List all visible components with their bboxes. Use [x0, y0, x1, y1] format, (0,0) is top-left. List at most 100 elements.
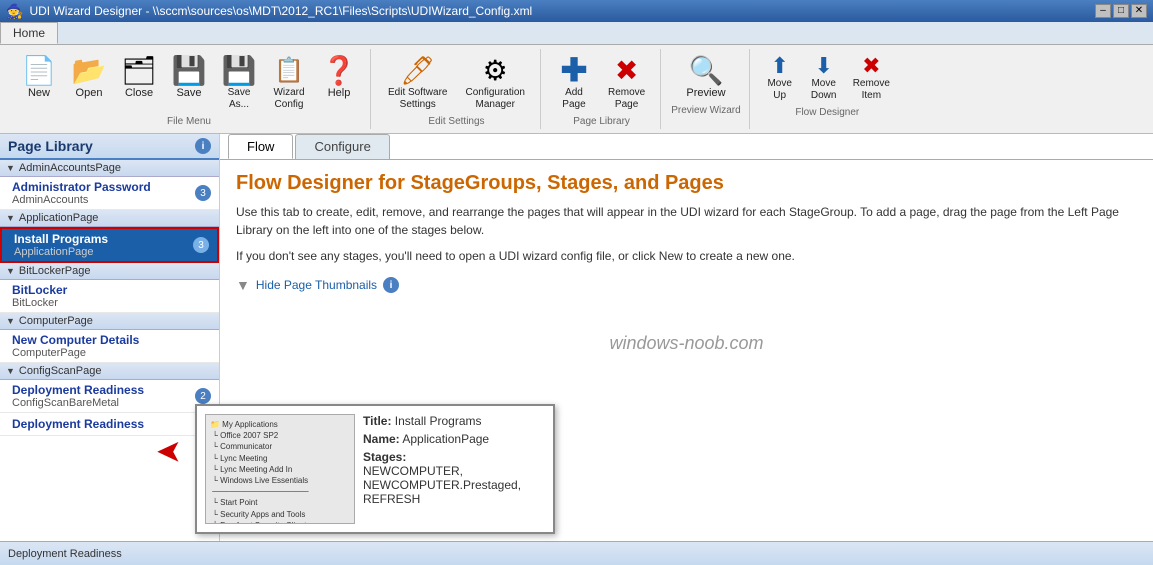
sidebar-info-icon[interactable]: i — [195, 138, 211, 154]
stage-3: REFRESH — [363, 492, 545, 506]
sidebar-item-deployment-readiness-1[interactable]: Deployment Readiness ConfigScanBareMetal… — [0, 380, 219, 413]
thumbnail-bar: ▼ Hide Page Thumbnails i — [236, 277, 1137, 293]
ribbon-group-flow-designer: ⬆ MoveUp ⬇ MoveDown ✖ RemoveItem Flow De… — [752, 49, 903, 129]
edit-software-button[interactable]: 🖊 Edit SoftwareSettings — [381, 51, 454, 114]
edit-buttons: 🖊 Edit SoftwareSettings ⚙ ConfigurationM… — [381, 51, 532, 114]
admin-password-row: Administrator Password AdminAccounts 3 — [12, 180, 211, 206]
edit-software-label: Edit SoftwareSettings — [388, 87, 447, 111]
install-programs-sub: ApplicationPage — [14, 246, 108, 258]
help-button[interactable]: ❓ Help — [316, 51, 362, 114]
tab-flow[interactable]: Flow — [228, 134, 293, 159]
deployment-readiness-1-row: Deployment Readiness ConfigScanBareMetal… — [12, 383, 211, 409]
open-label: Open — [76, 87, 103, 100]
bitlocker-category-label: BitLockerPage — [19, 265, 91, 277]
configuration-manager-label: ConfigurationManager — [465, 87, 524, 111]
sidebar: Page Library i AdminAccountsPage Adminis… — [0, 134, 220, 541]
save-button[interactable]: 💾 Save — [166, 51, 212, 114]
thumbnail-content: 📁 My Applications └ Office 2007 SP2 └ Co… — [206, 415, 354, 524]
close-button-ribbon[interactable]: 🗂 Close — [116, 51, 162, 114]
help-label: Help — [328, 87, 351, 100]
bitlocker-title: BitLocker — [12, 283, 67, 297]
close-button[interactable]: ✕ — [1131, 4, 1147, 18]
stage-2: NEWCOMPUTER.Prestaged, — [363, 478, 545, 492]
page-library-title: Page Library — [8, 138, 93, 154]
preview-buttons: 🔍 Preview — [679, 51, 732, 103]
titlebar-controls[interactable]: – □ ✕ — [1095, 4, 1147, 18]
move-up-button[interactable]: ⬆ MoveUp — [760, 51, 800, 105]
sidebar-item-computer[interactable]: New Computer Details ComputerPage — [0, 330, 219, 363]
preview-icon: 🔍 — [690, 54, 722, 86]
category-configscan[interactable]: ConfigScanPage — [0, 363, 219, 380]
sidebar-item-admin-password[interactable]: Administrator Password AdminAccounts 3 — [0, 177, 219, 210]
page-library-buttons: ✚ AddPage ✖ RemovePage — [551, 51, 652, 114]
move-down-button[interactable]: ⬇ MoveDown — [804, 51, 844, 105]
tooltip-thumbnail: 📁 My Applications └ Office 2007 SP2 └ Co… — [205, 414, 355, 524]
thumbnail-info-icon[interactable]: i — [383, 277, 399, 293]
remove-item-button[interactable]: ✖ RemoveItem — [848, 51, 895, 105]
category-computer[interactable]: ComputerPage — [0, 313, 219, 330]
preview-label: Preview — [686, 87, 725, 100]
computer-row: New Computer Details ComputerPage — [12, 333, 211, 359]
computer-text: New Computer Details ComputerPage — [12, 333, 139, 359]
tooltip-details: Title: Install Programs Name: Applicatio… — [363, 414, 545, 524]
save-label: Save — [176, 87, 201, 100]
remove-page-button[interactable]: ✖ RemovePage — [601, 51, 652, 114]
wizard-config-label: WizardConfig — [273, 87, 304, 111]
hide-thumbnails-link[interactable]: Hide Page Thumbnails — [256, 278, 377, 292]
flow-designer-group-label: Flow Designer — [795, 107, 859, 118]
install-programs-row: Install Programs ApplicationPage 3 — [14, 232, 209, 258]
deployment-readiness-1-sub: ConfigScanBareMetal — [12, 397, 144, 409]
wizard-config-button[interactable]: 📋 WizardConfig — [266, 51, 312, 114]
stages-list: NEWCOMPUTER, NEWCOMPUTER.Prestaged, REFR… — [363, 464, 545, 506]
tooltip-name-label: Name: — [363, 432, 400, 446]
open-button[interactable]: 📂 Open — [66, 51, 112, 114]
admin-password-title: Administrator Password — [12, 180, 151, 194]
category-admin-accounts[interactable]: AdminAccountsPage — [0, 160, 219, 177]
statusbar-text: Deployment Readiness — [8, 548, 122, 560]
main-layout: Page Library i AdminAccountsPage Adminis… — [0, 134, 1153, 541]
sidebar-item-bitlocker[interactable]: BitLocker BitLocker — [0, 280, 219, 313]
minimize-button[interactable]: – — [1095, 4, 1111, 18]
deployment-readiness-2-text: Deployment Readiness — [12, 417, 144, 431]
sidebar-item-deployment-readiness-2[interactable]: Deployment Readiness 2 — [0, 413, 219, 436]
ribbon-group-preview: 🔍 Preview Preview Wizard — [663, 49, 749, 129]
edit-software-icon: 🖊 — [402, 54, 434, 86]
open-icon: 📂 — [73, 54, 105, 86]
move-up-label: MoveUp — [767, 78, 791, 102]
watermark: windows-noob.com — [220, 313, 1153, 374]
new-icon: 📄 — [23, 54, 55, 86]
move-down-icon: ⬇ — [812, 54, 836, 78]
app-icon: 🧙 — [6, 3, 23, 20]
bitlocker-sub: BitLocker — [12, 297, 67, 309]
tooltip-inner: 📁 My Applications └ Office 2007 SP2 └ Co… — [205, 414, 545, 524]
tab-configure[interactable]: Configure — [295, 134, 389, 159]
content-tabs: Flow Configure — [220, 134, 1153, 160]
category-bitlocker[interactable]: BitLockerPage — [0, 263, 219, 280]
category-application[interactable]: ApplicationPage — [0, 210, 219, 227]
ribbon-content: 📄 New 📂 Open 🗂 Close 💾 Save 💾 Sav — [0, 45, 1153, 133]
ribbon-tabs: Home — [0, 22, 1153, 45]
add-page-icon: ✚ — [558, 54, 590, 86]
admin-password-text: Administrator Password AdminAccounts — [12, 180, 151, 206]
preview-wizard-label: Preview Wizard — [671, 105, 740, 116]
tooltip-title-label: Title: — [363, 414, 391, 428]
computer-sub: ComputerPage — [12, 347, 139, 359]
save-icon: 💾 — [173, 54, 205, 86]
tooltip-name-row: Name: ApplicationPage — [363, 432, 545, 446]
wizard-config-icon: 📋 — [273, 54, 305, 86]
configuration-manager-button[interactable]: ⚙ ConfigurationManager — [458, 51, 531, 114]
configuration-manager-icon: ⚙ — [479, 54, 511, 86]
stages-label: Stages: — [363, 450, 545, 464]
remove-item-icon: ✖ — [859, 54, 883, 78]
install-programs-badge: 3 — [193, 237, 209, 253]
sidebar-item-install-programs[interactable]: Install Programs ApplicationPage 3 — [0, 227, 219, 263]
file-menu-label: File Menu — [167, 116, 211, 127]
preview-button[interactable]: 🔍 Preview — [679, 51, 732, 103]
add-page-button[interactable]: ✚ AddPage — [551, 51, 597, 114]
maximize-button[interactable]: □ — [1113, 4, 1129, 18]
save-as-button[interactable]: 💾 SaveAs... — [216, 51, 262, 114]
statusbar: Deployment Readiness — [0, 541, 1153, 565]
remove-page-label: RemovePage — [608, 87, 645, 111]
new-button[interactable]: 📄 New — [16, 51, 62, 114]
tab-home[interactable]: Home — [0, 22, 58, 44]
